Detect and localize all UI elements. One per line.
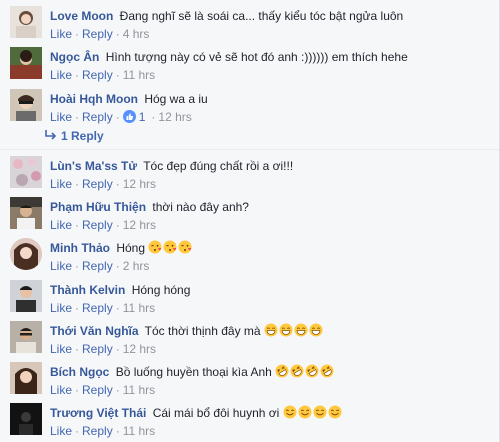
reply-button[interactable]: Reply: [82, 342, 113, 356]
comment-author[interactable]: Minh Thảo: [50, 241, 110, 255]
comment-author[interactable]: Trương Việt Thái: [50, 406, 146, 420]
comment-timestamp[interactable]: 11 hrs: [123, 301, 155, 315]
avatar[interactable]: [10, 321, 42, 353]
like-button[interactable]: Like: [50, 110, 72, 124]
reply-button[interactable]: Reply: [82, 259, 113, 273]
avatar[interactable]: [10, 89, 42, 121]
like-button[interactable]: Like: [50, 383, 72, 397]
comment-text: Tóc thời thịnh đây mà: [144, 324, 261, 338]
reply-button[interactable]: Reply: [82, 27, 113, 41]
comment-author[interactable]: Ngọc Ân: [50, 50, 99, 64]
kiss-heart-emoji: [178, 240, 192, 254]
comment-item: Bích Ngọc Bồ luống huyền thoại kìa Anh L…: [10, 362, 499, 397]
comment-timestamp[interactable]: 4 hrs: [123, 27, 150, 41]
comment-timestamp[interactable]: 12 hrs: [123, 177, 156, 191]
rofl-emoji: [305, 364, 319, 378]
comment-timestamp[interactable]: 12 hrs: [123, 342, 156, 356]
comment-timestamp[interactable]: 12 hrs: [158, 110, 191, 124]
comment-timestamp[interactable]: 11 hrs: [123, 424, 155, 438]
avatar[interactable]: [10, 280, 42, 312]
reply-count-label[interactable]: 1 Reply: [61, 129, 104, 143]
reply-button[interactable]: Reply: [82, 218, 113, 232]
reply-button[interactable]: Reply: [82, 110, 113, 124]
thumbs-up-icon: [122, 110, 136, 123]
comment-text: thời nào đây anh?: [152, 200, 249, 214]
reply-button[interactable]: Reply: [82, 177, 113, 191]
comment-text: Hóng hóng: [131, 283, 191, 297]
reply-button[interactable]: Reply: [82, 383, 113, 397]
like-button[interactable]: Like: [50, 68, 72, 82]
comment-timestamp[interactable]: 2 hrs: [123, 259, 150, 273]
comment-author[interactable]: Hoài Hqh Moon: [50, 92, 138, 106]
divider: [0, 149, 499, 150]
smile-emoji: [298, 405, 312, 419]
avatar[interactable]: [10, 6, 42, 38]
reply-button[interactable]: Reply: [82, 68, 113, 82]
avatar[interactable]: [10, 156, 42, 188]
comment-text: Hóng: [116, 241, 146, 255]
comment-text: Hóg wa a iu: [144, 92, 208, 106]
grin-emoji: [264, 323, 278, 337]
grin-emoji: [279, 323, 293, 337]
like-button[interactable]: Like: [50, 259, 72, 273]
comment-text: Tóc đẹp đúng chất rồi a ơi!!!: [143, 159, 294, 173]
rofl-emoji: [275, 364, 289, 378]
kiss-heart-emoji: [148, 240, 162, 254]
comment-author[interactable]: Bích Ngọc: [50, 365, 109, 379]
kiss-heart-emoji: [163, 240, 177, 254]
like-button[interactable]: Like: [50, 301, 72, 315]
like-button[interactable]: Like: [50, 27, 72, 41]
comment-item: Hoài Hqh Moon Hóg wa a iu Like · Reply · 1 · 1…: [10, 89, 499, 124]
comment-text: Bồ luống huyền thoại kìa Anh: [115, 365, 272, 379]
avatar[interactable]: [10, 362, 42, 394]
reply-button[interactable]: Reply: [82, 424, 113, 438]
avatar[interactable]: [10, 197, 42, 229]
grin-emoji: [294, 323, 308, 337]
comment-timestamp[interactable]: 12 hrs: [123, 218, 156, 232]
comment-author[interactable]: Love Moon: [50, 9, 113, 23]
comment-item: Love Moon Đang nghĩ sẽ là soái ca... thấ…: [10, 6, 499, 41]
avatar[interactable]: [10, 403, 42, 435]
smile-emoji: [313, 405, 327, 419]
like-button[interactable]: Like: [50, 342, 72, 356]
rofl-emoji: [320, 364, 334, 378]
comment-item: Thành Kelvin Hóng hóng Like · Reply · 11 hrs: [10, 280, 499, 315]
avatar[interactable]: [10, 47, 42, 79]
comment-timestamp[interactable]: 11 hrs: [123, 68, 155, 82]
comment-item: Thới Văn Nghĩa Tóc thời thịnh đây mà Lik…: [10, 321, 499, 356]
like-count[interactable]: 1: [139, 110, 146, 124]
comment-item: Lùn's Ma'ss Tử Tóc đẹp đúng chất rồi a ơ…: [10, 156, 499, 191]
grin-emoji: [309, 323, 323, 337]
comment-author[interactable]: Lùn's Ma'ss Tử: [50, 159, 137, 173]
smile-emoji: [283, 405, 297, 419]
view-replies-link[interactable]: 1 Reply: [44, 128, 104, 144]
comment-item: Ngọc Ân Hình tượng này có vẻ sẽ hot đó a…: [10, 47, 499, 82]
like-button[interactable]: Like: [50, 424, 72, 438]
smile-emoji: [328, 405, 342, 419]
rofl-emoji: [290, 364, 304, 378]
avatar[interactable]: [10, 238, 42, 270]
comment-list: Love Moon Đang nghĩ sẽ là soái ca... thấ…: [0, 0, 500, 442]
comment-item: Phạm Hữu Thiện thời nào đây anh? Like · Re…: [10, 197, 499, 232]
comment-text: Hình tượng này có vẻ sẽ hot đó anh :))))…: [105, 50, 408, 64]
reply-arrow-icon: [45, 130, 57, 140]
comment-author[interactable]: Thành Kelvin: [50, 283, 125, 297]
comment-item: Minh Thảo Hóng Like · Reply · 2 hrs: [10, 238, 499, 273]
comment-text: Đang nghĩ sẽ là soái ca... thấy kiểu tóc…: [119, 9, 404, 23]
comment-author[interactable]: Phạm Hữu Thiện: [50, 200, 146, 214]
comment-author[interactable]: Thới Văn Nghĩa: [50, 324, 139, 338]
like-button[interactable]: Like: [50, 218, 72, 232]
comment-timestamp[interactable]: 11 hrs: [123, 383, 155, 397]
comment-item: Trương Việt Thái Cái mái bổ đôi huynh ơi…: [10, 403, 499, 438]
like-button[interactable]: Like: [50, 177, 72, 191]
reply-button[interactable]: Reply: [82, 301, 113, 315]
comment-text: Cái mái bổ đôi huynh ơi: [152, 406, 280, 420]
